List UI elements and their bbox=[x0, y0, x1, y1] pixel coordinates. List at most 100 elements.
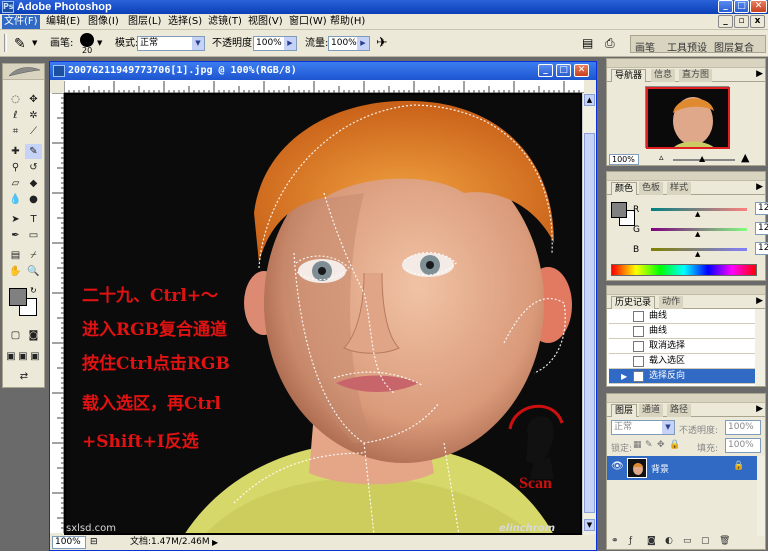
menu-window[interactable]: 窗口(W) bbox=[287, 15, 329, 29]
layers-menu-icon[interactable]: ▶ bbox=[756, 404, 763, 414]
marquee-tool-icon[interactable]: ◌ bbox=[7, 92, 24, 107]
doc-window-close-button[interactable]: ✕ bbox=[574, 64, 589, 77]
pen-tool-icon[interactable]: ✒ bbox=[7, 228, 24, 243]
fill-field[interactable]: 100% bbox=[725, 438, 761, 453]
opacity-field[interactable]: 100% ▶ bbox=[253, 36, 297, 51]
scroll-thumb[interactable] bbox=[584, 133, 595, 513]
mode-select[interactable]: 正常 ▼ bbox=[137, 36, 205, 51]
menu-help[interactable]: 帮助(H) bbox=[328, 15, 367, 29]
navigator-thumbnail[interactable] bbox=[645, 86, 730, 149]
lasso-tool-icon[interactable]: ℓ bbox=[7, 108, 24, 123]
history-scrollbar[interactable] bbox=[755, 309, 765, 386]
tab-layers[interactable]: 图层 bbox=[611, 404, 638, 417]
flow-field[interactable]: 100% ▶ bbox=[328, 36, 370, 51]
layer-row-background[interactable]: 👁 背景 🔒 bbox=[607, 456, 757, 480]
foreground-color-swatch-top[interactable] bbox=[9, 288, 27, 306]
jump-to-imageready-icon[interactable]: ⇄ bbox=[7, 369, 41, 384]
eraser-tool-icon[interactable]: ▱ bbox=[7, 176, 24, 191]
slider-r-thumb-icon[interactable]: ▲ bbox=[695, 210, 700, 218]
layers-scrollbar[interactable] bbox=[757, 456, 765, 536]
swap-colors-icon[interactable]: ↻ bbox=[30, 286, 37, 295]
layer-style-icon[interactable]: ƒ bbox=[629, 536, 632, 546]
minimize-button[interactable]: _ bbox=[718, 0, 733, 13]
navigator-menu-icon[interactable]: ▶ bbox=[756, 69, 763, 79]
blur-tool-icon[interactable]: 💧 bbox=[7, 192, 24, 207]
layers-grip[interactable] bbox=[607, 394, 765, 403]
tab-color[interactable]: 颜色 bbox=[611, 182, 638, 195]
brush-tool-icon[interactable]: ✎ bbox=[14, 36, 26, 52]
screen-mode-standard-icon[interactable]: ▣ bbox=[5, 349, 17, 364]
opacity-slider-arrow-icon[interactable]: ▶ bbox=[284, 37, 296, 50]
color-ramp[interactable] bbox=[611, 264, 757, 276]
tab-actions[interactable]: 动作 bbox=[659, 296, 684, 309]
zoom-in-icon[interactable]: ▲ bbox=[741, 151, 749, 164]
crop-tool-icon[interactable]: ⌗ bbox=[7, 124, 24, 139]
well-tab-tool-presets[interactable]: 工具预设 bbox=[667, 39, 707, 54]
doc-window-minimize-button[interactable]: _ bbox=[538, 64, 553, 77]
horizontal-ruler[interactable] bbox=[63, 80, 584, 93]
brush-preview-icon[interactable] bbox=[80, 33, 94, 47]
healing-brush-icon[interactable]: ✚ bbox=[7, 144, 24, 159]
history-grip[interactable] bbox=[607, 286, 765, 295]
brush-tool-icon[interactable]: ✎ bbox=[25, 144, 42, 159]
eyedropper-icon[interactable]: ⌿ bbox=[25, 248, 42, 263]
clone-stamp-icon[interactable]: ⚲ bbox=[7, 160, 24, 175]
navigator-grip[interactable] bbox=[607, 59, 765, 68]
screen-mode-full-menu-icon[interactable]: ▣ bbox=[17, 349, 29, 364]
document-titlebar[interactable]: 2007621194977370​6[1].jpg @ 100%(RGB/8) … bbox=[50, 62, 596, 80]
new-layer-icon[interactable]: ▢ bbox=[701, 536, 710, 546]
path-selection-icon[interactable]: ➤ bbox=[7, 212, 24, 227]
vertical-ruler[interactable] bbox=[50, 92, 64, 533]
doc-window-maximize-button[interactable]: □ bbox=[556, 64, 571, 77]
menu-select[interactable]: 选择(S) bbox=[166, 15, 204, 29]
airbrush-icon[interactable]: ✈ bbox=[376, 35, 388, 51]
palette-bin-icon[interactable]: ▤ bbox=[582, 36, 593, 50]
lock-transparency-icon[interactable]: ▦ bbox=[633, 440, 642, 450]
menu-layer[interactable]: 图层(L) bbox=[126, 15, 163, 29]
tab-history[interactable]: 历史记录 bbox=[611, 296, 656, 309]
doc-close-button[interactable]: x bbox=[750, 15, 765, 28]
menu-file[interactable]: 文件(F) bbox=[2, 15, 40, 29]
layer-mask-icon[interactable]: ◙ bbox=[647, 536, 656, 546]
history-item[interactable]: 曲线 bbox=[609, 309, 755, 324]
well-tab-layer-comps[interactable]: 图层复合 bbox=[714, 39, 754, 54]
slice-tool-icon[interactable]: ⟋ bbox=[25, 124, 42, 139]
history-menu-icon[interactable]: ▶ bbox=[756, 296, 763, 306]
tab-channels[interactable]: 通道 bbox=[639, 404, 664, 417]
status-menu-arrow-icon[interactable]: ▶ bbox=[212, 535, 218, 550]
lock-image-icon[interactable]: ✎ bbox=[645, 440, 653, 450]
color-grip[interactable] bbox=[607, 172, 765, 181]
notes-tool-icon[interactable]: ▤ bbox=[7, 248, 24, 263]
history-item-selected[interactable]: ▶ 选择反向 bbox=[609, 369, 755, 384]
history-item[interactable]: 取消选择 bbox=[609, 339, 755, 354]
zoom-out-icon[interactable]: ▵ bbox=[659, 153, 664, 163]
scroll-down-icon[interactable]: ▼ bbox=[584, 519, 595, 531]
blend-mode-select[interactable]: 正常 ▼ bbox=[611, 420, 675, 435]
paint-bucket-icon[interactable]: ◆ bbox=[25, 176, 42, 191]
menu-edit[interactable]: 编辑(E) bbox=[44, 15, 82, 29]
history-brush-icon[interactable]: ↺ bbox=[25, 160, 42, 175]
layer-opacity-field[interactable]: 100% bbox=[725, 420, 761, 435]
tab-navigator[interactable]: 导航器 bbox=[611, 69, 647, 82]
image-canvas[interactable]: 二十九、Ctrl+～ 进入RGB复合通道 按住Ctrl点击RGB 载入选区，再C… bbox=[64, 93, 582, 535]
file-browser-icon[interactable]: ⎙ bbox=[605, 36, 615, 51]
lock-position-icon[interactable]: ✥ bbox=[657, 440, 665, 450]
brush-picker-arrow-icon[interactable]: ▼ bbox=[97, 39, 102, 47]
shape-tool-icon[interactable]: ▭ bbox=[25, 228, 42, 243]
status-options-icon[interactable]: ⊟ bbox=[90, 535, 98, 550]
adjustment-layer-icon[interactable]: ◐ bbox=[665, 536, 673, 546]
dodge-tool-icon[interactable]: ● bbox=[25, 192, 42, 207]
move-tool-icon[interactable]: ✥ bbox=[25, 92, 42, 107]
trash-icon[interactable]: 🗑 bbox=[719, 536, 730, 546]
layer-visibility-eye-icon[interactable]: 👁 bbox=[611, 461, 624, 472]
tool-preset-dropdown-icon[interactable]: ▼ bbox=[32, 39, 37, 47]
new-group-icon[interactable]: ▭ bbox=[683, 536, 692, 546]
menu-filter[interactable]: 滤镜(T) bbox=[206, 15, 244, 29]
history-item[interactable]: 载入选区 bbox=[609, 354, 755, 369]
color-menu-icon[interactable]: ▶ bbox=[756, 182, 763, 192]
navigator-slider-thumb-icon[interactable]: ▲ bbox=[699, 154, 705, 163]
flow-slider-arrow-icon[interactable]: ▶ bbox=[357, 37, 369, 50]
tab-swatches[interactable]: 色板 bbox=[639, 182, 664, 195]
type-tool-icon[interactable]: T bbox=[25, 212, 42, 227]
adobe-feather-icon[interactable] bbox=[3, 64, 44, 80]
